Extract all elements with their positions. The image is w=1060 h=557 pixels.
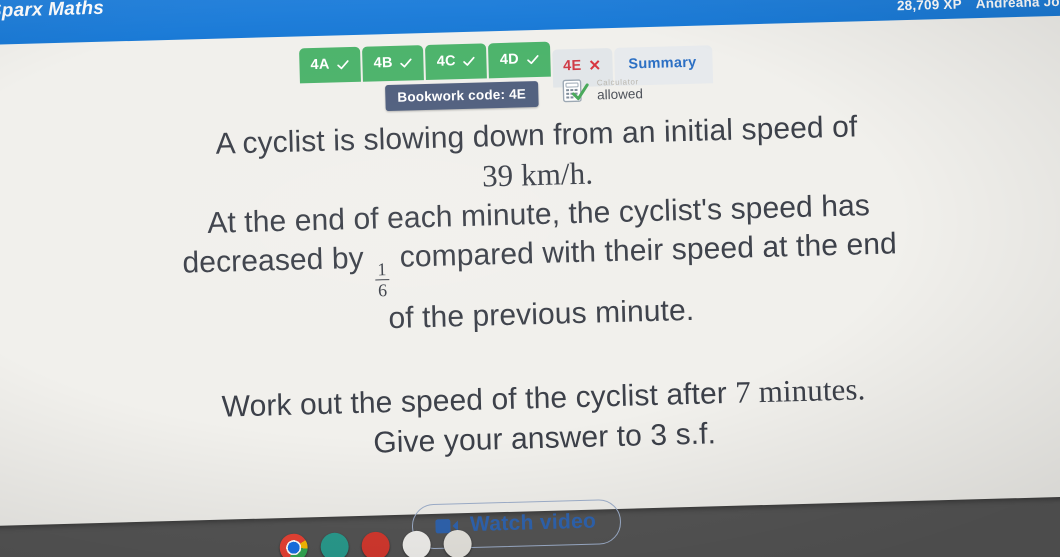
question-minutes-value: 7 minutes. bbox=[734, 371, 866, 410]
tab-4c-label: 4C bbox=[436, 53, 457, 70]
fraction-one-sixth: 1 6 bbox=[375, 258, 389, 301]
xp-counter: 28,709 XP bbox=[896, 0, 962, 14]
check-icon bbox=[400, 56, 413, 69]
fraction-denominator: 6 bbox=[377, 280, 388, 301]
dock-item-white-app-2[interactable] bbox=[443, 529, 472, 557]
question-line-4a: decreased by bbox=[182, 242, 365, 280]
tab-4d[interactable]: 4D bbox=[488, 41, 551, 79]
dock-item-white-app-1[interactable] bbox=[402, 530, 431, 557]
dock-item-red-app[interactable] bbox=[361, 531, 390, 557]
header-right-group: 28,709 XP Andreana Jordan M bbox=[897, 0, 1060, 13]
question-meta-row: Bookwork code: 4E Calculator allowed bbox=[385, 77, 643, 112]
question-paragraph-2: Work out the speed of the cyclist after … bbox=[13, 364, 1060, 472]
check-icon bbox=[336, 58, 349, 71]
app-header: Sparx Maths 28,709 XP Andreana Jordan M bbox=[0, 0, 1060, 47]
question-paragraph-1: A cyclist is slowing down from an initia… bbox=[6, 102, 1060, 349]
bookwork-code-badge: Bookwork code: 4E bbox=[385, 80, 539, 112]
tab-summary-label: Summary bbox=[628, 54, 697, 73]
tab-4c[interactable]: 4C bbox=[425, 43, 488, 81]
calculator-allowed-icon bbox=[562, 79, 590, 105]
cross-icon: ✕ bbox=[588, 56, 602, 75]
dock bbox=[279, 529, 472, 557]
page-surface: Sparx Maths 28,709 XP Andreana Jordan M … bbox=[0, 0, 1060, 550]
calculator-allowed-label: allowed bbox=[596, 86, 644, 103]
check-icon bbox=[526, 52, 539, 65]
tab-4b[interactable]: 4B bbox=[362, 45, 425, 82]
question-body: A cyclist is slowing down from an initia… bbox=[6, 102, 1060, 482]
tab-4a[interactable]: 4A bbox=[299, 46, 362, 84]
browser-page-plane: Sparx Maths 28,709 XP Andreana Jordan M … bbox=[0, 0, 1060, 557]
fraction-numerator: 1 bbox=[377, 258, 387, 280]
check-icon bbox=[463, 54, 476, 67]
dock-item-chrome[interactable] bbox=[279, 533, 308, 557]
dock-item-teams[interactable] bbox=[320, 532, 349, 557]
tab-4e-label: 4E bbox=[562, 57, 582, 75]
tab-4d-label: 4D bbox=[499, 51, 520, 69]
tab-4a-label: 4A bbox=[310, 56, 330, 74]
calculator-allowed-group: Calculator allowed bbox=[562, 77, 643, 104]
sparx-maths-logo[interactable]: Sparx Maths bbox=[0, 0, 104, 23]
calculator-allowed-text: Calculator allowed bbox=[597, 78, 643, 102]
screen-photo: Sparx Maths 28,709 XP Andreana Jordan M … bbox=[0, 0, 1060, 557]
watch-video-label: Watch video bbox=[469, 509, 597, 536]
tab-4b-label: 4B bbox=[373, 54, 393, 72]
user-name[interactable]: Andreana Jordan bbox=[976, 0, 1060, 11]
